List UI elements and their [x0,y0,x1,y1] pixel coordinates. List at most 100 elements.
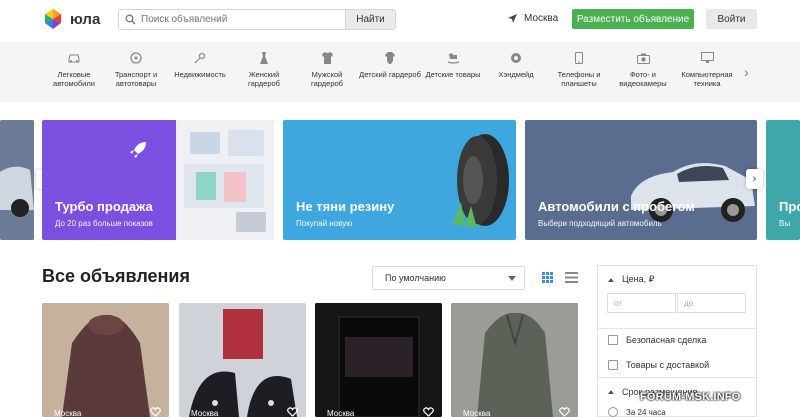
delivery-label: Товары с доставкой [626,360,710,370]
category-label: Фото- и видеокамеры [619,70,667,88]
logo-text: юла [70,10,101,28]
category-label: Легковые автомобили [53,70,95,88]
category-label: Мужской гардероб [311,70,343,88]
tire-image [453,134,509,228]
wheel-icon [129,52,143,64]
category-label: Транспорт и автотовары [114,70,158,88]
category-bar: Легковые автомобили Транспорт и автотова… [0,42,800,102]
listing-card[interactable]: Москва [451,303,578,417]
category-label: Телефоны и планшеты [557,70,601,88]
turbo-illustration [176,120,274,240]
delivery-checkbox[interactable]: Товары с доставкой [608,360,709,370]
collapse-icon [608,277,614,282]
divider [598,377,756,378]
logo-icon [42,8,64,30]
banner-subtitle: До 20 раз больше показов [55,219,153,228]
category-item[interactable]: Телефоны и планшеты [548,52,610,88]
checkbox-box[interactable] [608,360,618,370]
yarn-icon [509,52,523,64]
category-item[interactable]: Детские товары [422,52,484,79]
listing-card[interactable]: Москва [315,303,442,417]
price-to-input[interactable]: до [677,293,746,313]
heart-icon[interactable] [150,407,161,417]
category-item[interactable]: Транспорт и автотовары [105,52,167,88]
banner-used-cars[interactable]: Автомобили с пробегом Выбери подходящий … [525,120,757,240]
listing-location: Москва [191,409,219,417]
banner-title: Автомобили с пробегом [538,199,695,214]
category-item[interactable]: Женский гардероб [233,52,295,88]
sort-select[interactable]: По умолчанию [372,266,525,290]
post-ad-button[interactable]: Разместить объявление [572,9,694,29]
car-image [631,163,755,222]
car-image [0,120,34,240]
chevron-right-icon[interactable]: › [744,64,749,80]
chevron-right-icon[interactable]: › [746,169,763,189]
period-option-24h[interactable]: За 24 часа [608,407,666,417]
banner-subtitle: Выбери подходящий автомобиль [538,219,662,228]
banner-title: Не тяни резину [296,199,395,214]
category-label: Недвижимость [174,70,226,79]
price-from-placeholder: от [614,298,622,308]
safe-deal-checkbox[interactable]: Безопасная сделка [608,335,706,345]
category-item[interactable]: Хэндмейд [485,52,547,79]
banner-next[interactable]: Про Вы [766,120,800,240]
category-label: Хэндмейд [498,70,534,79]
banner-tires[interactable]: Не тяни резину Покупай новую [283,120,516,240]
rocking-horse-icon [446,52,460,64]
phone-icon [572,52,586,64]
listing-location: Москва [327,409,355,417]
logo[interactable]: юла [42,8,100,30]
listing-card[interactable]: Москва [42,303,169,417]
category-label: Женский гардероб [248,70,280,88]
heart-icon[interactable] [559,407,570,417]
price-filter-header[interactable]: Цена, ₽ [608,274,654,285]
dress-icon [257,52,271,64]
category-label: Детский гардероб [359,70,421,79]
banner-title: Про [779,199,800,214]
listing-photo [179,303,306,417]
search-icon [119,10,141,29]
search-button[interactable]: Найти [345,10,395,29]
listing-photo [315,303,442,417]
safe-deal-label: Безопасная сделка [626,335,707,345]
camera-icon [636,52,650,64]
sort-value: По умолчанию [385,273,446,283]
category-item[interactable]: Недвижимость [169,52,231,79]
location-arrow-icon [508,14,517,23]
key-icon [193,52,207,64]
radio-circle[interactable] [608,407,618,417]
location-label: Москва [524,13,559,24]
listing-photo [42,303,169,417]
price-from-input[interactable]: от [607,293,676,313]
location-selector[interactable]: Москва [507,13,558,24]
heart-icon[interactable] [287,407,298,417]
watermark: FORUM-MSK.INFO [640,391,741,403]
shirt-icon [320,52,334,64]
top-bar: юла Найти Москва Разместить объявление В… [0,0,800,40]
banner-turbo[interactable]: Турбо продажа До 20 раз больше показов [42,120,274,240]
checkbox-box[interactable] [608,335,618,345]
divider [598,328,756,329]
listing-card[interactable]: Москва [179,303,306,417]
category-item[interactable]: Легковые автомобили [43,52,105,88]
category-label: Компьютерная техника [681,70,733,88]
banner-previous[interactable] [0,120,34,240]
listing-location: Москва [54,409,82,417]
category-label: Детские товары [425,70,481,79]
category-item[interactable]: Мужской гардероб [296,52,358,88]
category-item[interactable]: Компьютерная техника [676,52,738,88]
login-button[interactable]: Войти [706,9,757,29]
price-filter-title: Цена, ₽ [622,274,655,284]
price-to-placeholder: до [684,298,694,308]
list-view-icon[interactable] [565,272,578,283]
grid-view-icon[interactable] [542,272,553,283]
listing-location: Москва [463,409,491,417]
category-item[interactable]: Фото- и видеокамеры [612,52,674,88]
search-box: Найти [118,9,396,30]
category-item[interactable]: Детский гардероб [359,52,421,79]
period-option-label: За 24 часа [626,407,666,417]
search-input[interactable] [141,10,345,29]
heart-icon[interactable] [423,407,434,417]
listing-photo [451,303,578,417]
onesie-icon [383,52,397,64]
